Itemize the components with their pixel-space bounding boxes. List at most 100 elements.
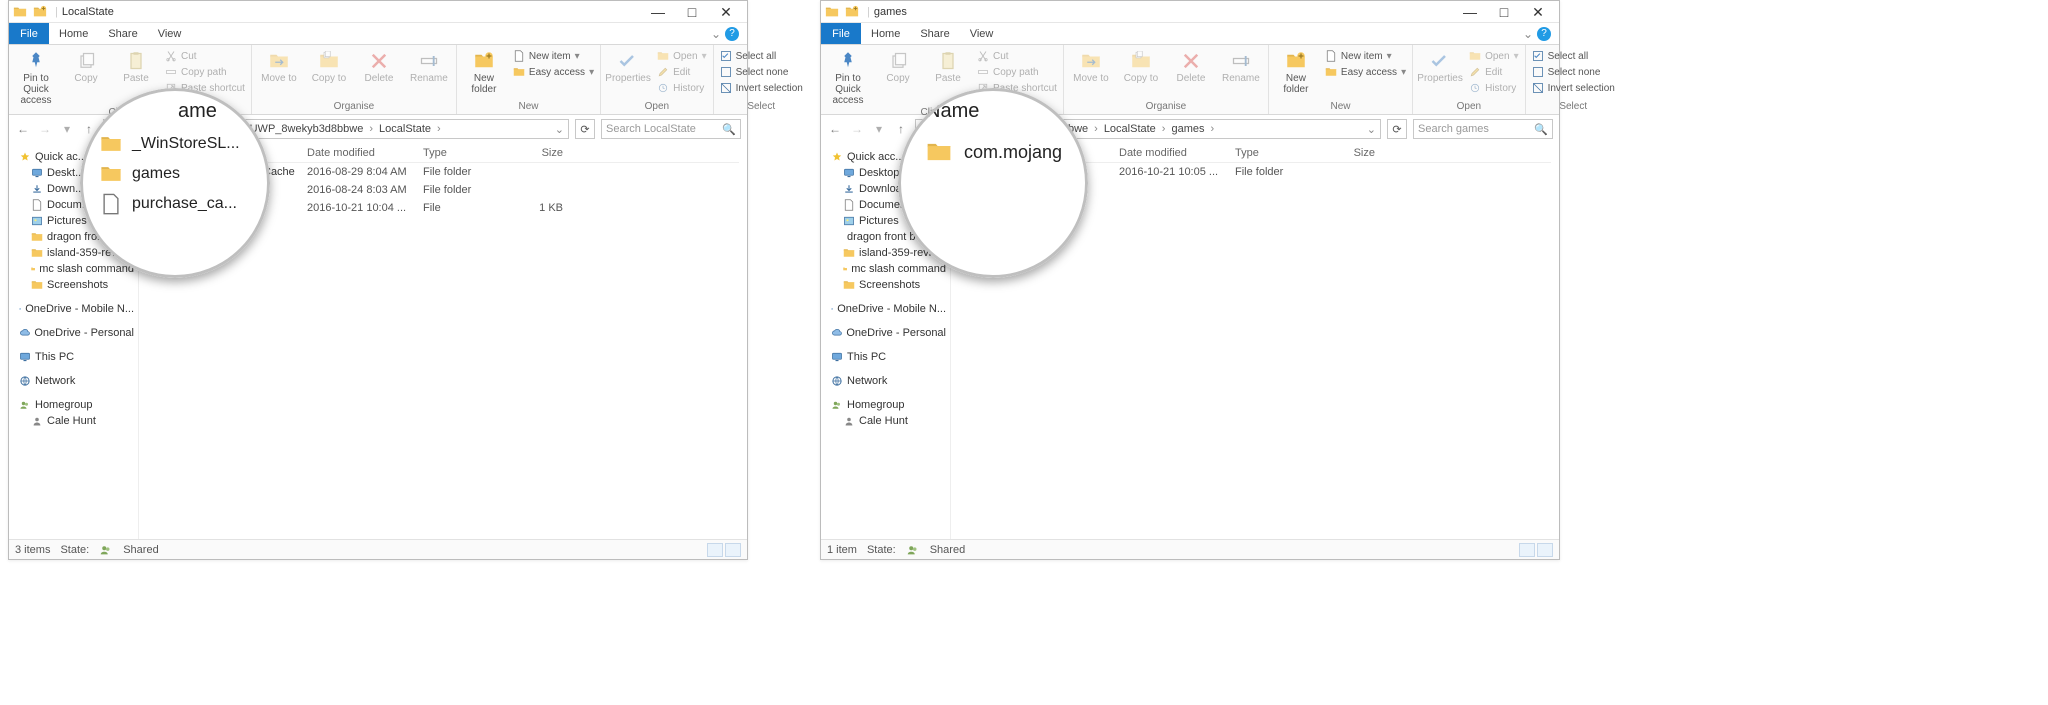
nav-folder-item[interactable]: Screenshots xyxy=(9,277,138,293)
breadcrumb-segment[interactable]: games xyxy=(1171,123,1204,135)
breadcrumb-segment[interactable]: LocalState xyxy=(1104,123,1156,135)
move-to-button[interactable]: Move to xyxy=(256,47,302,84)
search-input[interactable]: Search games 🔍 xyxy=(1413,119,1553,139)
col-date[interactable]: Date modified xyxy=(307,147,423,159)
col-type[interactable]: Type xyxy=(1235,147,1315,159)
invert-selection-button[interactable]: Invert selection xyxy=(1530,81,1617,95)
tab-share[interactable]: Share xyxy=(910,23,959,44)
lens-file-row[interactable]: games xyxy=(100,163,270,185)
new-item-button[interactable]: New item ▾ xyxy=(1323,49,1408,63)
tab-view[interactable]: View xyxy=(148,23,192,44)
breadcrumb-segment[interactable]: LocalState xyxy=(379,123,431,135)
invert-selection-button[interactable]: Invert selection xyxy=(718,81,805,95)
address-dropdown-icon[interactable]: ⌄ xyxy=(1367,123,1376,136)
col-type[interactable]: Type xyxy=(423,147,503,159)
nav-onedrive-mobile[interactable]: OneDrive - Mobile N... xyxy=(9,301,138,317)
minimize-button[interactable]: — xyxy=(1453,1,1487,22)
paste-button[interactable]: Paste xyxy=(113,47,159,84)
ribbon-collapse-icon[interactable]: ⌄ xyxy=(1523,27,1533,41)
col-size[interactable]: Size xyxy=(503,147,563,159)
col-date[interactable]: Date modified xyxy=(1119,147,1235,159)
view-large-button[interactable] xyxy=(1537,543,1553,557)
maximize-button[interactable]: □ xyxy=(675,1,709,22)
nav-user[interactable]: Cale Hunt xyxy=(821,413,950,429)
nav-user[interactable]: Cale Hunt xyxy=(9,413,138,429)
nav-homegroup[interactable]: Homegroup xyxy=(9,397,138,413)
delete-button[interactable]: Delete xyxy=(356,47,402,84)
nav-network[interactable]: Network xyxy=(9,373,138,389)
select-all-button[interactable]: Select all xyxy=(1530,49,1617,63)
select-none-button[interactable]: Select none xyxy=(1530,65,1617,79)
help-icon[interactable]: ? xyxy=(725,27,739,41)
history-button[interactable]: History xyxy=(655,81,709,95)
qat-newfolder-icon[interactable] xyxy=(33,5,47,19)
pin-to-quick-access-button[interactable]: Pin to Quick access xyxy=(825,47,871,106)
properties-button[interactable]: Properties xyxy=(605,47,651,84)
tab-home[interactable]: Home xyxy=(861,23,910,44)
lens-file-row[interactable]: _WinStoreSL... xyxy=(100,133,270,155)
nav-folder-item[interactable]: Screenshots xyxy=(821,277,950,293)
lens-file-row[interactable]: com.mojang xyxy=(926,139,1088,165)
rename-button[interactable]: Rename xyxy=(1218,47,1264,84)
tab-file[interactable]: File xyxy=(9,23,49,44)
nav-this-pc[interactable]: This PC xyxy=(821,349,950,365)
lens-file-row[interactable]: purchase_ca... xyxy=(100,193,270,215)
cut-button[interactable]: Cut xyxy=(975,49,1059,63)
pin-to-quick-access-button[interactable]: Pin to Quick access xyxy=(13,47,59,106)
easy-access-button[interactable]: Easy access ▾ xyxy=(511,65,596,79)
forward-button[interactable]: → xyxy=(37,122,53,136)
nav-onedrive-mobile[interactable]: OneDrive - Mobile N... xyxy=(821,301,950,317)
forward-button[interactable]: → xyxy=(849,122,865,136)
nav-homegroup[interactable]: Homegroup xyxy=(821,397,950,413)
easy-access-button[interactable]: Easy access ▾ xyxy=(1323,65,1408,79)
properties-button[interactable]: Properties xyxy=(1417,47,1463,84)
copy-button[interactable]: Copy xyxy=(875,47,921,84)
tab-home[interactable]: Home xyxy=(49,23,98,44)
nav-folder-item[interactable]: mc slash command xyxy=(821,261,950,277)
back-button[interactable]: ← xyxy=(827,122,843,136)
copy-path-button[interactable]: Copy path xyxy=(163,65,247,79)
paste-button[interactable]: Paste xyxy=(925,47,971,84)
nav-onedrive-personal[interactable]: OneDrive - Personal xyxy=(9,325,138,341)
nav-folder-item[interactable]: mc slash command xyxy=(9,261,138,277)
open-button[interactable]: Open ▾ xyxy=(655,49,709,63)
refresh-button[interactable]: ⟳ xyxy=(1387,119,1407,139)
history-button[interactable]: History xyxy=(1467,81,1521,95)
move-to-button[interactable]: Move to xyxy=(1068,47,1114,84)
view-large-button[interactable] xyxy=(725,543,741,557)
cut-button[interactable]: Cut xyxy=(163,49,247,63)
edit-button[interactable]: Edit xyxy=(1467,65,1521,79)
address-dropdown-icon[interactable]: ⌄ xyxy=(555,123,564,136)
search-input[interactable]: Search LocalState 🔍 xyxy=(601,119,741,139)
ribbon-collapse-icon[interactable]: ⌄ xyxy=(711,27,721,41)
new-folder-button[interactable]: New folder xyxy=(1273,47,1319,95)
back-button[interactable]: ← xyxy=(15,122,31,136)
nav-this-pc[interactable]: This PC xyxy=(9,349,138,365)
edit-button[interactable]: Edit xyxy=(655,65,709,79)
nav-onedrive-personal[interactable]: OneDrive - Personal xyxy=(821,325,950,341)
copy-button[interactable]: Copy xyxy=(63,47,109,84)
tab-file[interactable]: File xyxy=(821,23,861,44)
delete-button[interactable]: Delete xyxy=(1168,47,1214,84)
maximize-button[interactable]: □ xyxy=(1487,1,1521,22)
new-item-button[interactable]: New item ▾ xyxy=(511,49,596,63)
close-button[interactable]: ✕ xyxy=(709,1,743,22)
select-all-button[interactable]: Select all xyxy=(718,49,805,63)
view-details-button[interactable] xyxy=(1519,543,1535,557)
nav-network[interactable]: Network xyxy=(821,373,950,389)
help-icon[interactable]: ? xyxy=(1537,27,1551,41)
tab-share[interactable]: Share xyxy=(98,23,147,44)
recent-dropdown-icon[interactable]: ▾ xyxy=(871,122,887,136)
open-button[interactable]: Open ▾ xyxy=(1467,49,1521,63)
col-size[interactable]: Size xyxy=(1315,147,1375,159)
minimize-button[interactable]: — xyxy=(641,1,675,22)
copy-path-button[interactable]: Copy path xyxy=(975,65,1059,79)
refresh-button[interactable]: ⟳ xyxy=(575,119,595,139)
tab-view[interactable]: View xyxy=(960,23,1004,44)
copy-to-button[interactable]: Copy to xyxy=(306,47,352,84)
copy-to-button[interactable]: Copy to xyxy=(1118,47,1164,84)
recent-dropdown-icon[interactable]: ▾ xyxy=(59,122,75,136)
qat-newfolder-icon[interactable] xyxy=(845,5,859,19)
select-none-button[interactable]: Select none xyxy=(718,65,805,79)
rename-button[interactable]: Rename xyxy=(406,47,452,84)
